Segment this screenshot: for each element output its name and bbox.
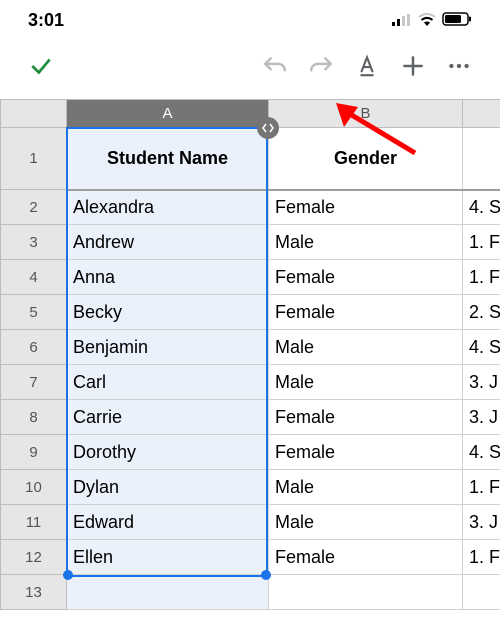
- cell[interactable]: Female: [269, 540, 463, 575]
- cell[interactable]: 3. J: [463, 365, 500, 400]
- cell[interactable]: Female: [269, 435, 463, 470]
- cell[interactable]: Dylan: [67, 470, 269, 505]
- more-button[interactable]: [436, 53, 482, 79]
- cell[interactable]: 4. S: [463, 435, 500, 470]
- column-header-c[interactable]: [463, 100, 500, 128]
- row-header[interactable]: 8: [1, 400, 67, 435]
- row-header[interactable]: 4: [1, 260, 67, 295]
- row-header[interactable]: 5: [1, 295, 67, 330]
- cell[interactable]: Female: [269, 260, 463, 295]
- cell[interactable]: 1. F: [463, 540, 500, 575]
- confirm-button[interactable]: [18, 53, 64, 79]
- signal-icon: [392, 10, 412, 31]
- cell[interactable]: Male: [269, 505, 463, 540]
- row-header[interactable]: 6: [1, 330, 67, 365]
- row-header[interactable]: 10: [1, 470, 67, 505]
- cell[interactable]: 1. F: [463, 225, 500, 260]
- cell[interactable]: Edward: [67, 505, 269, 540]
- row-header[interactable]: 11: [1, 505, 67, 540]
- cell[interactable]: Anna: [67, 260, 269, 295]
- redo-button[interactable]: [298, 53, 344, 79]
- row-header[interactable]: 1: [1, 128, 67, 190]
- row-header[interactable]: 12: [1, 540, 67, 575]
- cell[interactable]: [463, 575, 500, 610]
- status-time: 3:01: [28, 10, 64, 31]
- row-header[interactable]: 3: [1, 225, 67, 260]
- cell[interactable]: Female: [269, 400, 463, 435]
- cell[interactable]: 3. J: [463, 400, 500, 435]
- cell[interactable]: Female: [269, 295, 463, 330]
- cell[interactable]: 1. F: [463, 260, 500, 295]
- column-header-a[interactable]: A: [67, 100, 269, 128]
- row-header[interactable]: 2: [1, 190, 67, 225]
- cell[interactable]: Male: [269, 330, 463, 365]
- cell[interactable]: 1. F: [463, 470, 500, 505]
- cell[interactable]: Male: [269, 225, 463, 260]
- cell[interactable]: Student Name: [67, 128, 269, 190]
- cell[interactable]: Female: [269, 190, 463, 225]
- cell[interactable]: Male: [269, 470, 463, 505]
- undo-button[interactable]: [252, 53, 298, 79]
- cell[interactable]: Gender: [269, 128, 463, 190]
- spreadsheet[interactable]: A B 1 Student Name Gender 2AlexandraFema…: [0, 99, 500, 610]
- cell[interactable]: [269, 575, 463, 610]
- cell[interactable]: Male: [269, 365, 463, 400]
- cell[interactable]: Becky: [67, 295, 269, 330]
- column-resize-handle[interactable]: [257, 117, 279, 139]
- wifi-icon: [418, 10, 436, 31]
- row-header[interactable]: 9: [1, 435, 67, 470]
- cell[interactable]: Benjamin: [67, 330, 269, 365]
- column-header-b[interactable]: B: [269, 100, 463, 128]
- status-bar: 3:01: [0, 0, 500, 39]
- cell[interactable]: 4. S: [463, 330, 500, 365]
- row-header[interactable]: 7: [1, 365, 67, 400]
- status-icons: [392, 10, 472, 31]
- cell[interactable]: 2. S: [463, 295, 500, 330]
- row-header[interactable]: 13: [1, 575, 67, 610]
- cell[interactable]: Carl: [67, 365, 269, 400]
- battery-icon: [442, 10, 472, 31]
- cell[interactable]: [67, 575, 269, 610]
- toolbar: [0, 39, 500, 99]
- add-button[interactable]: [390, 53, 436, 79]
- cell[interactable]: 4. S: [463, 190, 500, 225]
- cell[interactable]: Carrie: [67, 400, 269, 435]
- cell[interactable]: Dorothy: [67, 435, 269, 470]
- cell[interactable]: 3. J: [463, 505, 500, 540]
- select-all-corner[interactable]: [1, 100, 67, 128]
- cell[interactable]: Andrew: [67, 225, 269, 260]
- cell[interactable]: [463, 128, 500, 190]
- cell[interactable]: Ellen: [67, 540, 269, 575]
- format-button[interactable]: [344, 53, 390, 79]
- cell[interactable]: Alexandra: [67, 190, 269, 225]
